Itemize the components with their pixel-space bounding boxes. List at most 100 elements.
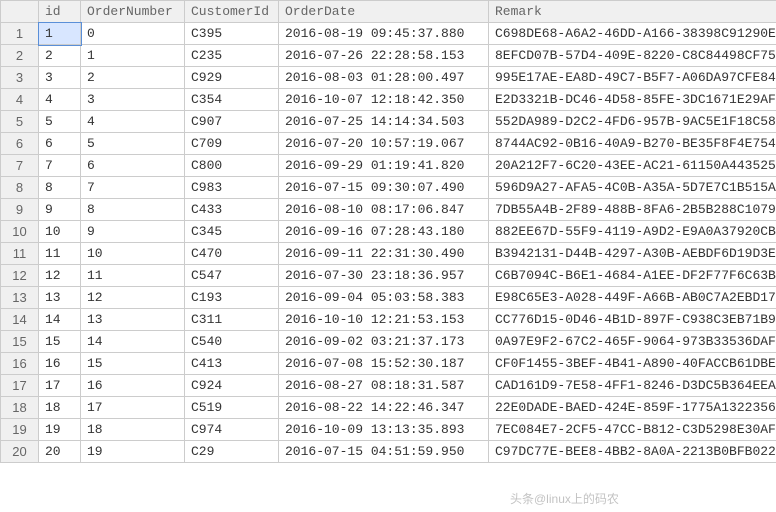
row-number[interactable]: 11 — [1, 243, 39, 265]
row-number[interactable]: 5 — [1, 111, 39, 133]
cell-ordernumber[interactable]: 3 — [81, 89, 185, 111]
cell-ordernumber[interactable]: 13 — [81, 309, 185, 331]
cell-orderdate[interactable]: 2016-08-03 01:28:00.497 — [279, 67, 489, 89]
cell-id[interactable]: 6 — [39, 133, 81, 155]
cell-id[interactable]: 2 — [39, 45, 81, 67]
cell-customerid[interactable]: C345 — [185, 221, 279, 243]
table-row[interactable]: 554C9072016-07-25 14:14:34.503552DA989-D… — [1, 111, 776, 133]
cell-remark[interactable]: 7EC084E7-2CF5-47CC-B812-C3D5298E30AF — [489, 419, 776, 441]
cell-remark[interactable]: 7DB55A4B-2F89-488B-8FA6-2B5B288C1079 — [489, 199, 776, 221]
header-ordernumber[interactable]: OrderNumber — [81, 1, 185, 23]
row-number[interactable]: 3 — [1, 67, 39, 89]
row-number[interactable]: 12 — [1, 265, 39, 287]
cell-id[interactable]: 20 — [39, 441, 81, 463]
cell-customerid[interactable]: C311 — [185, 309, 279, 331]
cell-customerid[interactable]: C193 — [185, 287, 279, 309]
cell-ordernumber[interactable]: 0 — [81, 23, 185, 45]
cell-customerid[interactable]: C235 — [185, 45, 279, 67]
cell-id[interactable]: 9 — [39, 199, 81, 221]
cell-remark[interactable]: 882EE67D-55F9-4119-A9D2-E9A0A37920CB — [489, 221, 776, 243]
cell-remark[interactable]: CAD161D9-7E58-4FF1-8246-D3DC5B364EEA — [489, 375, 776, 397]
row-number[interactable]: 17 — [1, 375, 39, 397]
cell-id[interactable]: 10 — [39, 221, 81, 243]
table-row[interactable]: 443C3542016-10-07 12:18:42.350E2D3321B-D… — [1, 89, 776, 111]
header-remark[interactable]: Remark — [489, 1, 776, 23]
cell-remark[interactable]: 8744AC92-0B16-40A9-B270-BE35F8F4E754 — [489, 133, 776, 155]
cell-orderdate[interactable]: 2016-07-15 09:30:07.490 — [279, 177, 489, 199]
row-number[interactable]: 6 — [1, 133, 39, 155]
cell-customerid[interactable]: C709 — [185, 133, 279, 155]
header-rownum[interactable] — [1, 1, 39, 23]
cell-remark[interactable]: 596D9A27-AFA5-4C0B-A35A-5D7E7C1B515A — [489, 177, 776, 199]
cell-ordernumber[interactable]: 4 — [81, 111, 185, 133]
table-row[interactable]: 161615C4132016-07-08 15:52:30.187CF0F145… — [1, 353, 776, 375]
table-row[interactable]: 181817C5192016-08-22 14:22:46.34722E0DAD… — [1, 397, 776, 419]
cell-customerid[interactable]: C470 — [185, 243, 279, 265]
cell-remark[interactable]: CF0F1455-3BEF-4B41-A890-40FACCB61DBE — [489, 353, 776, 375]
cell-remark[interactable]: E2D3321B-DC46-4D58-85FE-3DC1671E29AF — [489, 89, 776, 111]
row-number[interactable]: 20 — [1, 441, 39, 463]
cell-customerid[interactable]: C413 — [185, 353, 279, 375]
cell-remark[interactable]: 8EFCD07B-57D4-409E-8220-C8C84498CF75 — [489, 45, 776, 67]
cell-ordernumber[interactable]: 8 — [81, 199, 185, 221]
cell-id[interactable]: 5 — [39, 111, 81, 133]
cell-customerid[interactable]: C929 — [185, 67, 279, 89]
cell-customerid[interactable]: C29 — [185, 441, 279, 463]
row-number[interactable]: 1 — [1, 23, 39, 45]
cell-orderdate[interactable]: 2016-09-16 07:28:43.180 — [279, 221, 489, 243]
cell-ordernumber[interactable]: 12 — [81, 287, 185, 309]
cell-ordernumber[interactable]: 5 — [81, 133, 185, 155]
row-number[interactable]: 10 — [1, 221, 39, 243]
cell-ordernumber[interactable]: 19 — [81, 441, 185, 463]
row-number[interactable]: 16 — [1, 353, 39, 375]
cell-ordernumber[interactable]: 16 — [81, 375, 185, 397]
cell-orderdate[interactable]: 2016-08-22 14:22:46.347 — [279, 397, 489, 419]
cell-id[interactable]: 4 — [39, 89, 81, 111]
cell-orderdate[interactable]: 2016-07-30 23:18:36.957 — [279, 265, 489, 287]
cell-customerid[interactable]: C354 — [185, 89, 279, 111]
cell-orderdate[interactable]: 2016-09-29 01:19:41.820 — [279, 155, 489, 177]
cell-orderdate[interactable]: 2016-08-10 08:17:06.847 — [279, 199, 489, 221]
cell-ordernumber[interactable]: 18 — [81, 419, 185, 441]
cell-id[interactable]: 13 — [39, 287, 81, 309]
table-row[interactable]: 998C4332016-08-10 08:17:06.8477DB55A4B-2… — [1, 199, 776, 221]
cell-orderdate[interactable]: 2016-10-10 12:21:53.153 — [279, 309, 489, 331]
cell-customerid[interactable]: C974 — [185, 419, 279, 441]
table-row[interactable]: 131312C1932016-09-04 05:03:58.383E98C65E… — [1, 287, 776, 309]
cell-customerid[interactable]: C540 — [185, 331, 279, 353]
cell-id[interactable]: 1 — [39, 23, 81, 45]
cell-ordernumber[interactable]: 9 — [81, 221, 185, 243]
cell-ordernumber[interactable]: 17 — [81, 397, 185, 419]
cell-customerid[interactable]: C433 — [185, 199, 279, 221]
cell-orderdate[interactable]: 2016-07-20 10:57:19.067 — [279, 133, 489, 155]
cell-ordernumber[interactable]: 10 — [81, 243, 185, 265]
table-row[interactable]: 665C7092016-07-20 10:57:19.0678744AC92-0… — [1, 133, 776, 155]
row-number[interactable]: 14 — [1, 309, 39, 331]
table-row[interactable]: 121211C5472016-07-30 23:18:36.957C6B7094… — [1, 265, 776, 287]
row-number[interactable]: 13 — [1, 287, 39, 309]
cell-remark[interactable]: 995E17AE-EA8D-49C7-B5F7-A06DA97CFE84 — [489, 67, 776, 89]
cell-remark[interactable]: E98C65E3-A028-449F-A66B-AB0C7A2EBD17 — [489, 287, 776, 309]
table-row[interactable]: 141413C3112016-10-10 12:21:53.153CC776D1… — [1, 309, 776, 331]
row-number[interactable]: 8 — [1, 177, 39, 199]
cell-id[interactable]: 8 — [39, 177, 81, 199]
cell-ordernumber[interactable]: 15 — [81, 353, 185, 375]
header-id[interactable]: id — [39, 1, 81, 23]
header-orderdate[interactable]: OrderDate — [279, 1, 489, 23]
cell-id[interactable]: 11 — [39, 243, 81, 265]
cell-remark[interactable]: C698DE68-A6A2-46DD-A166-38398C91290E — [489, 23, 776, 45]
row-number[interactable]: 7 — [1, 155, 39, 177]
table-row[interactable]: 332C9292016-08-03 01:28:00.497995E17AE-E… — [1, 67, 776, 89]
table-row[interactable]: 887C9832016-07-15 09:30:07.490596D9A27-A… — [1, 177, 776, 199]
cell-ordernumber[interactable]: 11 — [81, 265, 185, 287]
cell-remark[interactable]: C97DC77E-BEE8-4BB2-8A0A-2213B0BFB022 — [489, 441, 776, 463]
table-row[interactable]: 221C2352016-07-26 22:28:58.1538EFCD07B-5… — [1, 45, 776, 67]
row-number[interactable]: 9 — [1, 199, 39, 221]
cell-orderdate[interactable]: 2016-07-25 14:14:34.503 — [279, 111, 489, 133]
cell-remark[interactable]: C6B7094C-B6E1-4684-A1EE-DF2F77F6C63B — [489, 265, 776, 287]
cell-id[interactable]: 14 — [39, 309, 81, 331]
cell-ordernumber[interactable]: 1 — [81, 45, 185, 67]
table-row[interactable]: 202019C292016-07-15 04:51:59.950C97DC77E… — [1, 441, 776, 463]
cell-remark[interactable]: 552DA989-D2C2-4FD6-957B-9AC5E1F18C58 — [489, 111, 776, 133]
cell-id[interactable]: 12 — [39, 265, 81, 287]
